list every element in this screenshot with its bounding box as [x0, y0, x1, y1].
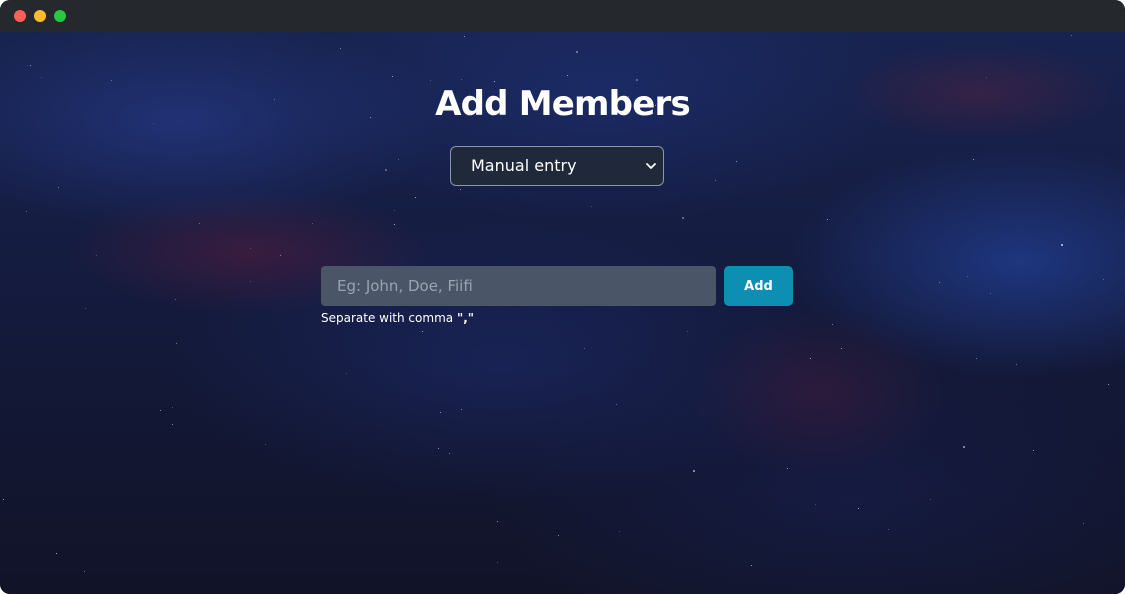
star-dot [41, 77, 42, 78]
star-dot [787, 468, 788, 469]
star-dot [584, 348, 585, 349]
star-dot [430, 80, 431, 81]
star-dot [58, 187, 59, 188]
entry-mode-select[interactable]: Manual entry [450, 146, 664, 186]
page-content: Add Members Manual entry Add Separate wi… [0, 32, 1125, 594]
star-dot [636, 79, 638, 81]
star-dot [591, 206, 592, 207]
star-dot [858, 508, 859, 509]
star-dot [815, 504, 816, 505]
star-dot [619, 531, 620, 532]
star-dot [199, 223, 200, 224]
app-window: Add Members Manual entry Add Separate wi… [0, 0, 1125, 594]
star-dot [394, 210, 395, 211]
star-dot [461, 79, 462, 80]
star-dot [576, 51, 578, 53]
star-dot [494, 81, 495, 82]
hint-separator: "," [456, 311, 474, 325]
star-dot [986, 77, 987, 78]
star-dot [616, 404, 617, 405]
star-dot [250, 281, 251, 282]
hint-text: Separate with comma [321, 311, 454, 325]
star-dot [497, 521, 498, 522]
page-title: Add Members [435, 84, 691, 124]
chevron-down-icon [646, 163, 656, 169]
star-dot [172, 407, 173, 408]
star-dot [176, 343, 177, 344]
separator-hint: Separate with comma "," [321, 311, 474, 325]
star-dot [1083, 523, 1084, 524]
star-dot [841, 348, 842, 349]
star-dot [392, 76, 393, 77]
star-dot [422, 331, 423, 332]
minimize-window-button[interactable] [34, 10, 46, 22]
star-dot [438, 448, 439, 449]
star-dot [460, 189, 461, 190]
star-dot [682, 217, 684, 219]
star-dot [1016, 364, 1017, 365]
star-dot [1033, 450, 1034, 451]
star-dot [160, 410, 161, 411]
star-dot [461, 409, 462, 410]
close-window-button[interactable] [14, 10, 26, 22]
star-dot [385, 169, 387, 171]
star-dot [346, 373, 347, 374]
star-dot [26, 211, 27, 212]
star-dot [973, 159, 974, 160]
star-dot [250, 248, 251, 249]
star-dot [1108, 384, 1109, 385]
star-dot [751, 565, 752, 566]
star-dot [1061, 244, 1063, 246]
star-dot [3, 499, 4, 500]
add-button[interactable]: Add [724, 266, 793, 306]
star-dot [810, 358, 811, 359]
star-dot [939, 282, 940, 283]
entry-mode-selected-value: Manual entry [471, 156, 577, 175]
star-dot [280, 255, 281, 256]
star-dot [687, 331, 688, 332]
star-dot [56, 553, 57, 554]
star-dot [415, 197, 416, 198]
star-dot [567, 75, 568, 76]
star-dot [990, 293, 991, 294]
star-dot [172, 424, 173, 425]
star-dot [976, 358, 977, 359]
star-dot [449, 453, 450, 454]
star-dot [1103, 279, 1104, 280]
star-dot [394, 224, 395, 225]
star-dot [312, 223, 313, 224]
maximize-window-button[interactable] [54, 10, 66, 22]
star-dot [827, 219, 828, 220]
title-bar [0, 0, 1125, 32]
star-dot [265, 444, 266, 445]
star-dot [96, 255, 97, 256]
star-dot [1071, 35, 1072, 36]
star-dot [440, 412, 441, 413]
star-dot [693, 470, 695, 472]
star-dot [30, 65, 31, 66]
star-dot [464, 36, 465, 37]
star-dot [888, 529, 889, 530]
star-dot [84, 571, 85, 572]
star-dot [340, 48, 341, 49]
star-dot [963, 446, 965, 448]
star-dot [398, 159, 399, 160]
star-dot [736, 161, 737, 162]
star-dot [175, 299, 176, 300]
star-dot [715, 180, 716, 181]
star-dot [832, 324, 833, 325]
star-dot [85, 308, 86, 309]
star-dot [497, 562, 498, 563]
members-input[interactable] [321, 266, 716, 306]
star-dot [930, 499, 931, 500]
star-dot [967, 276, 968, 277]
star-dot [111, 80, 112, 81]
star-dot [558, 535, 559, 536]
